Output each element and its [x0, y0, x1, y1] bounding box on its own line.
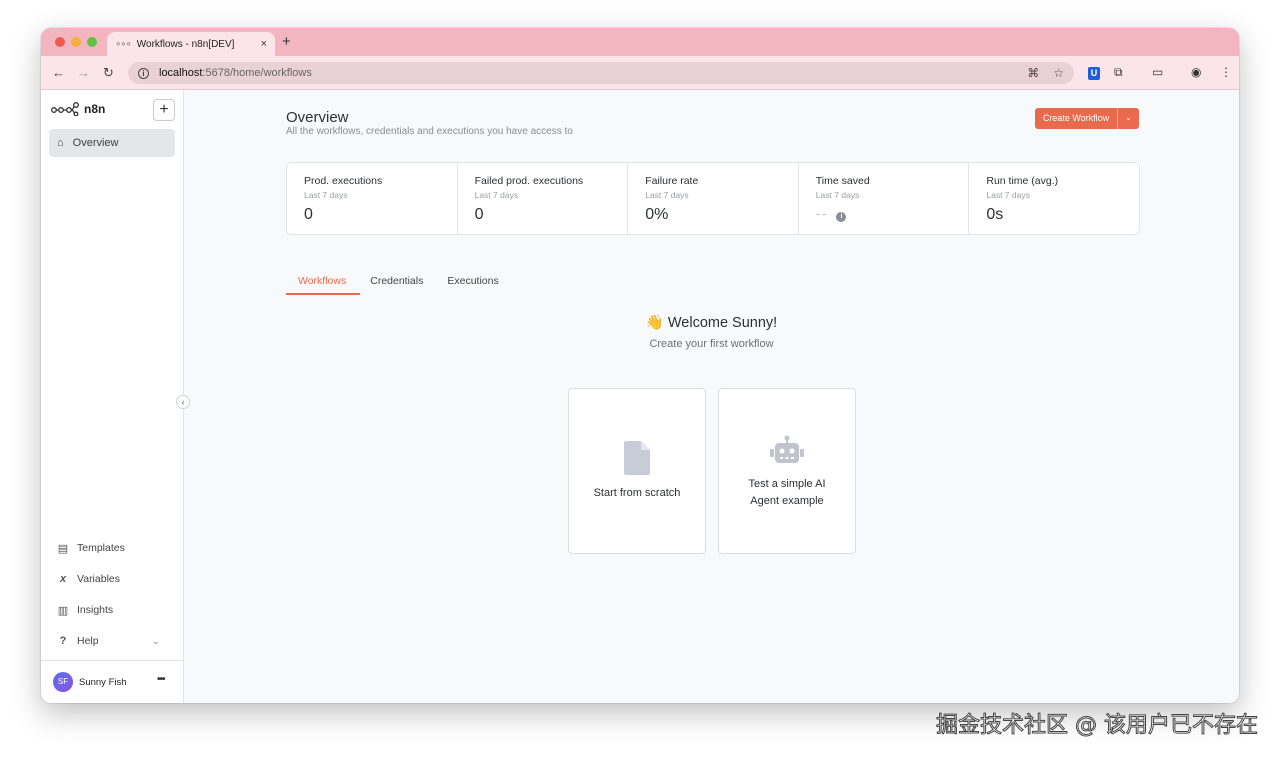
tab-credentials[interactable]: Credentials	[358, 275, 435, 293]
sidebar-item-label: Variables	[77, 573, 120, 585]
stat-failed-executions[interactable]: Failed prod. executions Last 7 days 0	[458, 163, 629, 234]
card-label-line1: Test a simple AI	[748, 478, 826, 490]
tab-executions[interactable]: Executions	[435, 275, 510, 293]
collapse-sidebar-button[interactable]: ‹	[176, 395, 190, 409]
stat-period: Last 7 days	[474, 190, 519, 200]
close-tab-icon[interactable]: ×	[261, 38, 267, 50]
content-tabs: Workflows Credentials Executions	[286, 275, 511, 293]
sidebar-item-overview[interactable]: ⌂ Overview	[49, 129, 175, 157]
add-button[interactable]: +	[153, 99, 175, 121]
address-bar[interactable]: i localhost :5678/home/workflows ⌘ ☆	[128, 62, 1074, 84]
stat-value: 0	[304, 206, 313, 223]
sidebar-item-label: Insights	[77, 604, 114, 616]
tab-workflows[interactable]: Workflows	[286, 275, 358, 293]
stat-failure-rate[interactable]: Failure rate Last 7 days 0%	[628, 163, 799, 234]
user-menu[interactable]: SF Sunny Fish •••	[41, 660, 184, 703]
card-label-line2: Agent example	[750, 495, 824, 507]
site-info-icon[interactable]: i	[138, 67, 149, 79]
stat-value: 0	[474, 206, 484, 223]
chevron-down-icon[interactable]: ⌄	[152, 636, 160, 647]
url-path: :5678/home/workflows	[202, 67, 312, 79]
profile-icon[interactable]: ◉	[1191, 65, 1201, 79]
sidebar: n8n + ⌂ Overview ▤ Templates x Variables…	[41, 90, 184, 703]
card-label: Start from scratch	[593, 487, 681, 499]
extensions-puzzle-icon[interactable]: ⧉	[1114, 65, 1123, 80]
n8n-logo[interactable]: n8n	[51, 102, 105, 116]
stat-period: Last 7 days	[815, 190, 860, 200]
active-tab-indicator	[286, 293, 360, 295]
sidebar-item-variables[interactable]: x Variables	[57, 570, 120, 588]
sidebar-item-label: Templates	[77, 542, 125, 554]
welcome-title: 👋 Welcome Sunny!	[645, 315, 778, 331]
stat-label: Prod. executions	[304, 175, 383, 187]
stat-value: 0%	[645, 206, 669, 223]
browser-toolbar: ← → ↻ i localhost :5678/home/workflows ⌘…	[41, 56, 1239, 90]
media-control-icon[interactable]: ▭	[1152, 65, 1163, 79]
url-host: localhost	[159, 67, 203, 79]
info-icon[interactable]: i	[836, 212, 847, 222]
forward-arrow-icon[interactable]: →	[77, 65, 90, 80]
file-icon	[569, 441, 705, 475]
sidebar-item-label: Help	[77, 635, 99, 647]
watermark-text: 掘金技术社区 @ 该用户已不存在	[936, 713, 1259, 739]
insights-chart-icon: ▥	[57, 604, 69, 617]
chevron-down-icon[interactable]: ⌄	[1118, 108, 1139, 129]
stat-period: Last 7 days	[304, 190, 348, 200]
n8n-logo-icon	[51, 102, 79, 116]
stat-prod-executions[interactable]: Prod. executions Last 7 days 0	[287, 163, 458, 234]
logo-text: n8n	[84, 102, 106, 116]
sidebar-item-insights[interactable]: ▥ Insights	[57, 601, 113, 619]
reload-icon[interactable]: ↻	[103, 65, 114, 81]
browser-tab-title: Workflows - n8n[DEV]	[136, 38, 235, 50]
browser-menu-icon[interactable]: ⋮	[1220, 65, 1232, 79]
stat-value: --	[815, 206, 829, 221]
back-arrow-icon[interactable]: ←	[52, 65, 65, 80]
ai-agent-example-card[interactable]: Test a simple AI Agent example	[718, 388, 856, 554]
home-icon: ⌂	[57, 137, 64, 149]
browser-tab-workflows[interactable]: ∘∘∘ Workflows - n8n[DEV] ×	[107, 32, 275, 56]
sidebar-item-templates[interactable]: ▤ Templates	[57, 539, 125, 557]
translate-icon[interactable]: ⌘	[1027, 66, 1039, 80]
stat-period: Last 7 days	[986, 190, 1030, 200]
browser-tabbar: ∘∘∘ Workflows - n8n[DEV] × +	[41, 28, 1239, 56]
stat-value: 0s	[986, 206, 1004, 223]
stat-label: Failed prod. executions	[474, 175, 584, 187]
welcome-subtitle: Create your first workflow	[649, 338, 774, 350]
stat-value-row: -- i	[816, 206, 969, 222]
templates-box-icon: ▤	[57, 542, 69, 555]
main-content: Overview All the workflows, credentials …	[184, 90, 1239, 703]
stats-panel: Prod. executions Last 7 days 0 Failed pr…	[286, 162, 1140, 235]
question-mark-icon: ?	[59, 635, 67, 647]
minimize-window-button[interactable]	[71, 37, 81, 47]
robot-icon	[719, 435, 855, 465]
new-tab-button[interactable]: +	[282, 33, 291, 50]
user-name: Sunny Fish	[79, 677, 127, 688]
bitwarden-extension-icon[interactable]: U	[1088, 65, 1100, 80]
stat-label: Time saved	[815, 175, 870, 187]
create-workflow-button[interactable]: Create Workflow ⌄	[1035, 108, 1139, 129]
variables-icon: x	[59, 573, 67, 585]
stat-run-time[interactable]: Run time (avg.) Last 7 days 0s	[969, 163, 1139, 234]
stat-period: Last 7 days	[645, 190, 689, 200]
sidebar-item-help[interactable]: ? Help	[57, 632, 99, 650]
close-window-button[interactable]	[55, 37, 65, 47]
bookmark-star-icon[interactable]: ☆	[1053, 66, 1064, 80]
stat-label: Run time (avg.)	[986, 175, 1059, 187]
create-workflow-label[interactable]: Create Workflow	[1035, 108, 1118, 129]
stat-label: Failure rate	[645, 175, 699, 187]
avatar[interactable]: SF	[53, 672, 73, 692]
sidebar-item-label: Overview	[72, 137, 119, 149]
n8n-favicon-icon: ∘∘∘	[115, 38, 132, 50]
browser-window: ∘∘∘ Workflows - n8n[DEV] × + ← → ↻ i loc…	[41, 28, 1239, 703]
maximize-window-button[interactable]	[87, 37, 97, 47]
more-options-icon[interactable]: •••	[157, 674, 165, 685]
page-title: Overview	[286, 109, 349, 126]
page-subtitle: All the workflows, credentials and execu…	[286, 126, 573, 137]
stat-time-saved[interactable]: Time saved Last 7 days -- i	[799, 163, 970, 234]
start-from-scratch-card[interactable]: Start from scratch	[568, 388, 706, 554]
